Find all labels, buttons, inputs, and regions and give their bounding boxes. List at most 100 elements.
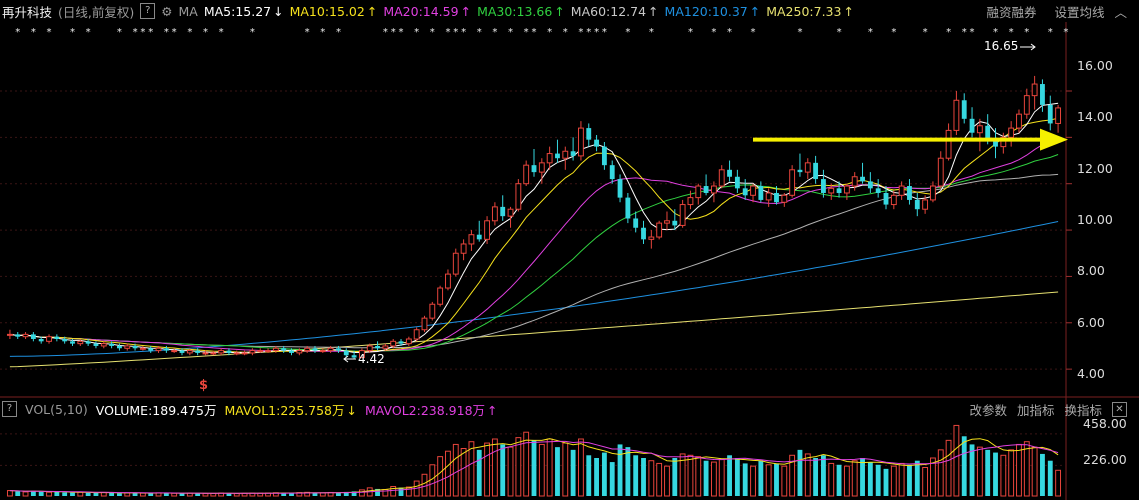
volume-bar [116,493,122,496]
volume-bar [953,424,960,497]
set-ma-button[interactable]: 设置均线 [1054,5,1104,20]
chevron-up-icon[interactable]: ︿ [1114,5,1127,20]
ma5-value: MA5:15.27 ↓ [203,3,284,19]
event-marker: * [430,27,435,38]
volume-bar [961,436,967,496]
gear-icon[interactable]: ⚙ [161,4,172,19]
period-label[interactable]: (日线,前复权) [58,2,134,21]
candle [445,273,451,289]
volume-bar [937,449,944,497]
candle [664,220,670,224]
candle [186,350,193,354]
candle [249,350,256,354]
volume-bar [62,492,68,496]
volume-bar [546,438,553,497]
volume-header: ? VOL(5,10) VOLUME:189.475万 MAVOL1:225.7… [0,400,506,418]
volume-bar [687,454,694,497]
volume-bar [695,456,702,497]
close-icon[interactable]: ✕ [1112,402,1127,417]
candle [382,345,389,349]
candle [85,341,91,344]
volume-bar [445,450,451,497]
candle [100,343,107,347]
event-marker: * [477,27,482,38]
volume-bar [1023,441,1030,497]
volume-bar [437,456,444,497]
candle [945,129,952,159]
change-params-button[interactable]: 改参数 [969,400,1007,419]
event-marker: * [797,27,802,38]
candle [656,222,663,238]
volume-bar [460,448,467,497]
event-marker: * [305,27,310,38]
add-indicator-button[interactable]: 加指标 [1017,400,1055,419]
event-marker: * [445,27,450,38]
candle [452,252,459,275]
volume-bar [914,460,920,496]
event-marker: * [1048,27,1053,38]
candle [257,350,264,353]
volume-bar [124,492,131,497]
candle [538,162,545,173]
candle [179,350,185,353]
candle [648,236,655,240]
candle [54,336,60,340]
candle [820,179,826,193]
event-marker: * [31,27,36,38]
event-marker: * [993,27,998,38]
candle [804,162,811,173]
candle [38,339,44,342]
volume-bar [976,446,983,497]
volume-bar [710,461,717,497]
candle [195,350,201,353]
candle [609,165,615,180]
vol-tick-458: 458.00 [1083,416,1127,431]
volume-bar [758,460,764,496]
volume-bar [664,465,670,497]
candle [218,350,225,354]
ma250-line [9,291,1059,368]
help-icon[interactable]: ? [2,401,17,417]
event-marker: * [594,27,599,38]
volume-bar [648,460,655,497]
volume-bar [85,492,91,496]
candle [171,350,178,353]
candle [421,317,428,331]
volume-bar [578,438,584,497]
candle [718,169,725,187]
event-marker: * [70,27,75,38]
stock-name[interactable]: 再升科技 [2,2,52,21]
high-label: 16.65 [984,39,1019,53]
mavol2-value: MAVOL2:238.918万 ↑ [365,402,498,418]
volume-bar [883,468,889,496]
volume-bar [476,449,482,496]
candle [570,151,576,156]
candle [1047,104,1053,124]
candle [976,125,983,134]
volume-bar [507,446,514,497]
candle [155,347,162,352]
candle [62,339,68,342]
candle [930,185,936,201]
ma120-line [9,221,1059,357]
low-label: 4.42 [358,352,385,366]
ma-label: MA [178,3,198,19]
volume-bar [851,460,858,497]
candlestick-chart[interactable]: * * * * * * * * * * * * * * * * * * * * * * * * * * * * * * * * * * * * * * * *… [0,22,1139,500]
margin-trading-button[interactable]: 融资融券 [986,5,1036,20]
candle [875,188,881,193]
volume-bar [843,465,850,497]
candle [336,348,341,351]
candle [148,348,154,351]
volume-bar [633,455,639,496]
annotations [343,43,1068,363]
volume-bar [836,464,842,496]
candle [594,139,600,147]
candle [272,347,279,352]
candle [914,199,920,210]
candle [163,348,169,351]
help-icon[interactable]: ? [140,3,156,19]
volume-bar [765,464,772,497]
event-marker: * [117,27,122,38]
volume-bar [898,462,905,497]
